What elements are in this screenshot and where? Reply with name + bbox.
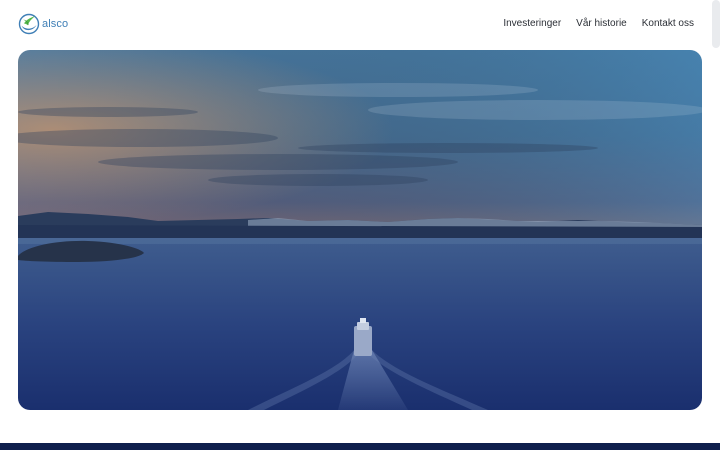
main-nav: Investeringer Vår historie Kontakt oss [503, 17, 694, 31]
page-scrollbar-track[interactable] [712, 0, 720, 450]
hero-media [18, 50, 702, 410]
hero-fjord-image [18, 50, 702, 410]
logo-wordmark: alsco [42, 18, 69, 30]
logo-link[interactable]: alsco [18, 13, 68, 35]
nav-link-investeringer[interactable]: Investeringer [503, 17, 561, 31]
nav-link-var-historie[interactable]: Vår historie [576, 17, 627, 31]
nav-link-kontakt-oss[interactable]: Kontakt oss [642, 17, 694, 31]
page-scrollbar-thumb[interactable] [712, 0, 720, 48]
alsco-logo-mark-icon [18, 13, 40, 35]
footer-band [0, 443, 720, 450]
site-header: alsco Investeringer Vår historie Kontakt… [0, 0, 720, 50]
